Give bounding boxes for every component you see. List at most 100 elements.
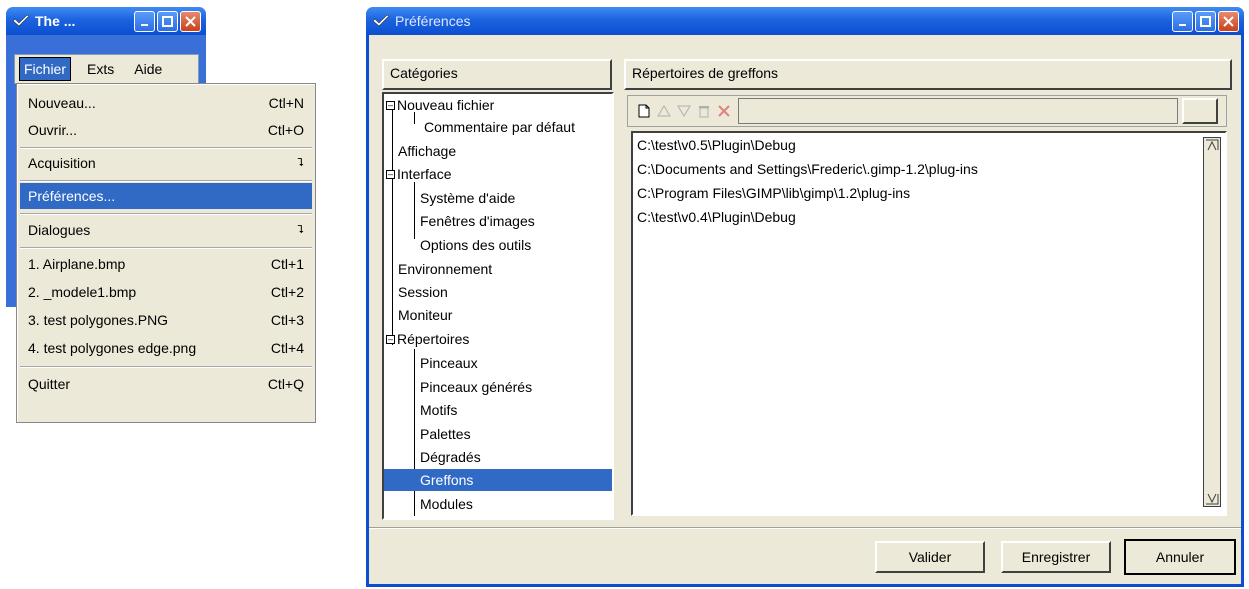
- tree-item-modules[interactable]: Modules: [420, 493, 473, 515]
- path-list-item[interactable]: C:\test\v0.4\Plugin\Debug: [637, 209, 796, 231]
- menu-fichier[interactable]: Fichier: [19, 57, 72, 81]
- tree-item-commentaire[interactable]: Commentaire par défaut: [424, 116, 575, 138]
- menu-item-shortcut: Ctl+O: [267, 122, 304, 138]
- close-button[interactable]: [1218, 11, 1239, 32]
- move-down-button[interactable]: [674, 101, 694, 121]
- tree-item-moniteur[interactable]: Moniteur: [398, 304, 452, 326]
- remove-button[interactable]: [714, 101, 734, 121]
- menu-item-label: Préférences...: [28, 188, 116, 204]
- tree-item-affichage[interactable]: Affichage: [398, 140, 456, 162]
- menu-item-label: Acquisition: [28, 155, 96, 171]
- menu-item-shortcut: Ctl+1: [270, 256, 304, 272]
- content-header: Répertoires de greffons: [624, 59, 1232, 90]
- tree-item-label: Modules: [420, 496, 473, 512]
- path-list-item[interactable]: C:\Documents and Settings\Frederic\.gimp…: [637, 161, 978, 183]
- delete-button[interactable]: [694, 101, 714, 121]
- maximize-button[interactable]: [1195, 11, 1216, 32]
- menu-item-shortcut: Ctl+4: [270, 340, 304, 356]
- arrow-up-icon: [657, 105, 671, 117]
- vertical-scrollbar[interactable]: [1203, 137, 1221, 507]
- path-list-item[interactable]: C:\Program Files\GIMP\lib\gimp\1.2\plug-…: [637, 185, 910, 207]
- collapse-icon[interactable]: –: [386, 100, 395, 110]
- menu-item-recent-1[interactable]: 1. Airplane.bmp Ctl+1: [20, 251, 312, 277]
- menu-item-label: Nouveau...: [28, 95, 96, 111]
- save-button[interactable]: Enregistrer: [1001, 541, 1111, 573]
- menu-item-recent-4[interactable]: 4. test polygones edge.png Ctl+4: [20, 335, 312, 361]
- file-menu-dropdown: Nouveau... Ctl+N Ouvrir... Ctl+O Acquisi…: [16, 83, 316, 423]
- menu-separator: [20, 247, 312, 249]
- scroll-up-icon[interactable]: [1204, 138, 1220, 152]
- ok-button[interactable]: Valider: [875, 541, 985, 573]
- tree-item-pinceaux-generes[interactable]: Pinceaux générés: [420, 376, 532, 398]
- preferences-window: Préférences Catégories – Nouveau fichier: [366, 7, 1244, 587]
- tree-item-degrades[interactable]: Dégradés: [420, 446, 481, 468]
- tree-item-pinceaux[interactable]: Pinceaux: [420, 352, 478, 374]
- menu-item-preferences[interactable]: Préférences...: [20, 183, 312, 209]
- menu-item-label: 1. Airplane.bmp: [28, 256, 126, 272]
- categories-header[interactable]: Catégories: [382, 59, 612, 90]
- menu-item-recent-2[interactable]: 2. _modele1.bmp Ctl+2: [20, 279, 312, 305]
- toolbox-menubar: Fichier Exts Aide: [14, 54, 199, 84]
- menu-item-recent-3[interactable]: 3. test polygones.PNG Ctl+3: [20, 307, 312, 333]
- tree-item-label: Commentaire par défaut: [424, 119, 575, 135]
- tree-item-label: Session: [398, 284, 448, 300]
- browse-button[interactable]: [1182, 98, 1218, 124]
- menu-item-label: Quitter: [28, 376, 71, 392]
- menu-separator: [20, 213, 312, 215]
- tree-item-label: Affichage: [398, 143, 457, 159]
- tree-item-interface[interactable]: – Interface: [386, 163, 451, 185]
- tree-item-session[interactable]: Session: [398, 281, 448, 303]
- new-document-icon: [638, 104, 650, 118]
- tree-item-nouveau-fichier[interactable]: – Nouveau fichier: [386, 94, 494, 116]
- collapse-icon[interactable]: –: [386, 169, 395, 179]
- tree-item-fenetres-images[interactable]: Fenêtres d'images: [420, 210, 535, 232]
- menu-item-quitter[interactable]: Quitter Ctl+Q: [20, 371, 312, 397]
- maximize-icon: [1200, 16, 1211, 27]
- submenu-arrow-icon: ⮧: [297, 223, 305, 236]
- cancel-button[interactable]: Annuler: [1124, 539, 1236, 575]
- menu-item-shortcut: Ctl+Q: [267, 376, 304, 392]
- tree-line: [392, 104, 393, 345]
- tree-line: [414, 182, 415, 239]
- preferences-titlebar[interactable]: Préférences: [366, 7, 1244, 35]
- categories-header-label: Catégories: [390, 65, 458, 81]
- maximize-button[interactable]: [157, 11, 178, 32]
- tree-item-label: Pinceaux: [420, 355, 478, 371]
- menu-item-dialogues[interactable]: Dialogues ⮧: [20, 217, 312, 243]
- menu-item-label: Dialogues: [28, 222, 91, 238]
- tree-item-label: Moniteur: [398, 307, 453, 323]
- menu-item-label: 3. test polygones.PNG: [28, 312, 169, 328]
- menu-item-ouvrir[interactable]: Ouvrir... Ctl+O: [20, 117, 312, 143]
- toolbox-titlebar[interactable]: The ...: [6, 7, 206, 35]
- tree-item-palettes[interactable]: Palettes: [420, 423, 471, 445]
- menu-separator: [20, 366, 312, 368]
- tree-item-greffons[interactable]: Greffons: [384, 469, 612, 491]
- path-list-item[interactable]: C:\test\v0.5\Plugin\Debug: [637, 137, 796, 159]
- path-input[interactable]: [738, 98, 1178, 124]
- plugin-dirs-toolbar: [627, 95, 1227, 127]
- tree-item-label: Système d'aide: [420, 190, 516, 206]
- tree-item-environnement[interactable]: Environnement: [398, 258, 492, 280]
- plugin-dirs-list[interactable]: C:\test\v0.5\Plugin\Debug C:\Documents a…: [631, 131, 1227, 516]
- categories-tree[interactable]: – Nouveau fichier Commentaire par défaut…: [382, 92, 614, 520]
- minimize-button[interactable]: [134, 11, 155, 32]
- new-entry-button[interactable]: [634, 101, 654, 121]
- menu-aide[interactable]: Aide: [130, 58, 166, 80]
- tree-item-label: Options des outils: [420, 237, 532, 253]
- menu-separator: [20, 180, 312, 182]
- tree-item-repertoires[interactable]: – Répertoires: [386, 328, 469, 350]
- collapse-icon[interactable]: –: [386, 334, 395, 344]
- close-button[interactable]: [180, 11, 201, 32]
- tree-item-label: Motifs: [420, 402, 458, 418]
- maximize-icon: [162, 16, 173, 27]
- menu-exts[interactable]: Exts: [83, 58, 118, 80]
- scroll-down-icon[interactable]: [1204, 492, 1220, 506]
- close-icon: [1223, 16, 1234, 27]
- tree-item-motifs[interactable]: Motifs: [420, 399, 457, 421]
- tree-item-options-outils[interactable]: Options des outils: [420, 234, 531, 256]
- tree-item-systeme-aide[interactable]: Système d'aide: [420, 187, 515, 209]
- menu-item-nouveau[interactable]: Nouveau... Ctl+N: [20, 90, 312, 116]
- move-up-button[interactable]: [654, 101, 674, 121]
- minimize-button[interactable]: [1172, 11, 1193, 32]
- menu-item-acquisition[interactable]: Acquisition ⮧: [20, 150, 312, 176]
